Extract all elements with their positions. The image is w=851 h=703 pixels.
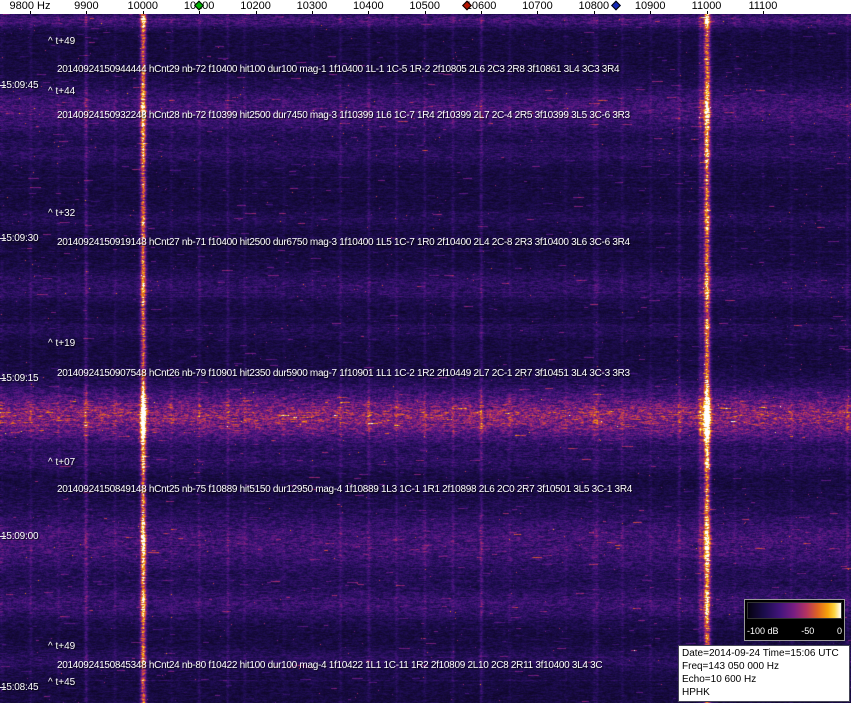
station-id-line: HPHK bbox=[682, 687, 710, 698]
time-axis-tick bbox=[0, 687, 6, 688]
time-axis-tick bbox=[0, 536, 6, 537]
freq-tick-mark bbox=[481, 11, 483, 14]
event-time-marker: ^ t+45 bbox=[48, 677, 76, 688]
event-time-marker: ^ t+44 bbox=[48, 86, 76, 97]
event-detail-line: 20140924150907548 hCnt26 nb-79 f10901 hi… bbox=[57, 368, 630, 379]
freq-tick-mark bbox=[142, 11, 144, 14]
freq-tick-mark bbox=[593, 11, 595, 14]
event-detail-line: 20140924150849148 hCnt25 nb-75 f10889 hi… bbox=[57, 484, 633, 495]
meteor-echo-monitor-window: 15:09:45 15:09:30 15:09:15 15:09:00 15:08:45… bbox=[0, 0, 851, 703]
db-max-label: 0 bbox=[836, 626, 842, 636]
frequency-axis: 9800 Hz990010000101001020010300104001050… bbox=[0, 0, 851, 14]
event-time-marker: ^ t+49 bbox=[48, 641, 76, 652]
time-axis-tick bbox=[0, 238, 6, 239]
time-axis-label: 15:09:00 bbox=[1, 531, 39, 542]
freq-tick-mark bbox=[762, 11, 764, 14]
freq-tick-mark bbox=[650, 11, 652, 14]
time-axis-label: 15:09:45 bbox=[1, 80, 39, 91]
freq-tick-mark bbox=[706, 11, 708, 14]
event-detail-line: 20140924150919148 hCnt27 nb-71 f10400 hi… bbox=[57, 237, 630, 248]
db-color-scale: -100 dB -50 0 bbox=[744, 599, 845, 641]
blue-frequency-marker[interactable] bbox=[611, 0, 622, 11]
echo-line: Echo=10 600 Hz bbox=[682, 674, 757, 685]
event-time-marker: ^ t+32 bbox=[48, 208, 76, 219]
time-axis-label: 15:09:15 bbox=[1, 373, 39, 384]
time-axis-label: 15:09:30 bbox=[1, 233, 39, 244]
time-axis-label: 15:08:45 bbox=[1, 682, 39, 693]
freq-tick-mark bbox=[199, 11, 201, 14]
freq-tick-mark bbox=[537, 11, 539, 14]
spectrogram-text-overlay: 15:09:45 15:09:30 15:09:15 15:09:00 15:08:45… bbox=[0, 0, 851, 703]
event-detail-line: 20140924150944444 hCnt29 nb-72 f10400 hi… bbox=[57, 64, 620, 75]
freq-tick-mark bbox=[30, 11, 31, 14]
freq-tick-mark bbox=[311, 11, 313, 14]
freq-tick-mark bbox=[424, 11, 426, 14]
event-time-marker: ^ t+19 bbox=[48, 338, 76, 349]
frequency-line: Freq=143 050 000 Hz bbox=[682, 661, 780, 672]
freq-tick-mark bbox=[368, 11, 370, 14]
event-time-marker: ^ t+49 bbox=[48, 36, 76, 47]
date-time-line: Date=2014-09-24 Time=15:06 UTC bbox=[682, 648, 839, 659]
color-scale-gradient bbox=[747, 602, 842, 619]
freq-tick-mark bbox=[255, 11, 257, 14]
event-detail-line: 20140924150845348 hCnt24 nb-80 f10422 hi… bbox=[57, 660, 603, 671]
status-info-box: Date=2014-09-24 Time=15:06 UTC Freq=143 … bbox=[678, 645, 850, 702]
time-axis-tick bbox=[0, 378, 6, 379]
db-mid-label: -50 bbox=[801, 626, 815, 636]
time-axis-tick bbox=[0, 85, 6, 86]
color-scale-labels: -100 dB -50 0 bbox=[747, 626, 842, 636]
event-time-marker: ^ t+07 bbox=[48, 457, 76, 468]
db-min-label: -100 dB bbox=[747, 626, 779, 636]
event-detail-line: 20140924150932248 hCnt28 nb-72 f10399 hi… bbox=[57, 110, 630, 121]
freq-tick-mark bbox=[86, 11, 88, 14]
